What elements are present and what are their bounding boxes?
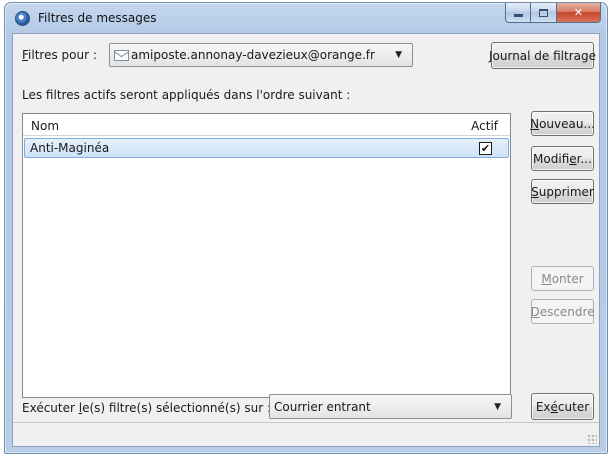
title-bar[interactable]: Filtres de messages ✕	[5, 3, 607, 33]
column-header-name[interactable]: Nom	[31, 119, 59, 133]
list-header: Nom Actif	[23, 114, 510, 136]
column-header-active[interactable]: Actif	[471, 119, 498, 133]
filter-list[interactable]: Nom Actif Anti-Maginéa ✔	[22, 113, 511, 398]
run-on-label: Exécuter le(s) filtre(s) sélectionné(s) …	[22, 401, 271, 415]
close-button[interactable]: ✕	[557, 3, 601, 23]
filter-log-button[interactable]: Journal de filtrage	[489, 42, 596, 69]
mail-envelope-icon	[114, 49, 129, 61]
move-up-button[interactable]: Monter	[531, 266, 594, 291]
close-icon: ✕	[573, 6, 584, 19]
chevron-down-icon: ▼	[395, 50, 402, 60]
minimize-button[interactable]	[505, 3, 531, 23]
filters-order-info: Les filtres actifs seront appliqués dans…	[22, 88, 351, 102]
window-controls: ✕	[505, 3, 601, 23]
active-checkbox[interactable]: ✔	[479, 142, 492, 155]
filters-window: Filtres de messages ✕ Filtres pour : ami…	[4, 2, 608, 454]
thunderbird-icon	[15, 11, 30, 26]
list-item[interactable]: Anti-Maginéa ✔	[24, 138, 509, 158]
resize-grip-icon[interactable]	[587, 434, 597, 444]
account-select[interactable]: amiposte.annonay-davezieux@orange.fr ▼	[109, 43, 413, 67]
window-title: Filtres de messages	[38, 11, 157, 25]
chevron-down-icon: ▼	[494, 401, 501, 412]
delete-button[interactable]: Supprimer	[531, 179, 594, 204]
maximize-button[interactable]	[531, 3, 557, 23]
run-button[interactable]: Ex é cuter	[531, 393, 594, 420]
status-bar	[13, 422, 599, 446]
filter-name: Anti-Maginéa	[30, 141, 110, 155]
dialog-body: Filtres pour : amiposte.annonay-davezieu…	[12, 33, 600, 447]
folder-select[interactable]: Courrier entrant ▼	[269, 394, 512, 419]
account-value: amiposte.annonay-davezieux@orange.fr	[131, 48, 375, 62]
folder-value: Courrier entrant	[274, 399, 371, 414]
edit-button[interactable]: Modifi e r...	[531, 146, 594, 171]
filters-for-label: Filtres pour :	[22, 48, 97, 62]
move-down-button[interactable]: Descendre	[530, 299, 595, 324]
minimize-icon	[513, 14, 523, 17]
maximize-icon	[539, 8, 548, 17]
new-button[interactable]: Nouveau...	[530, 111, 595, 136]
